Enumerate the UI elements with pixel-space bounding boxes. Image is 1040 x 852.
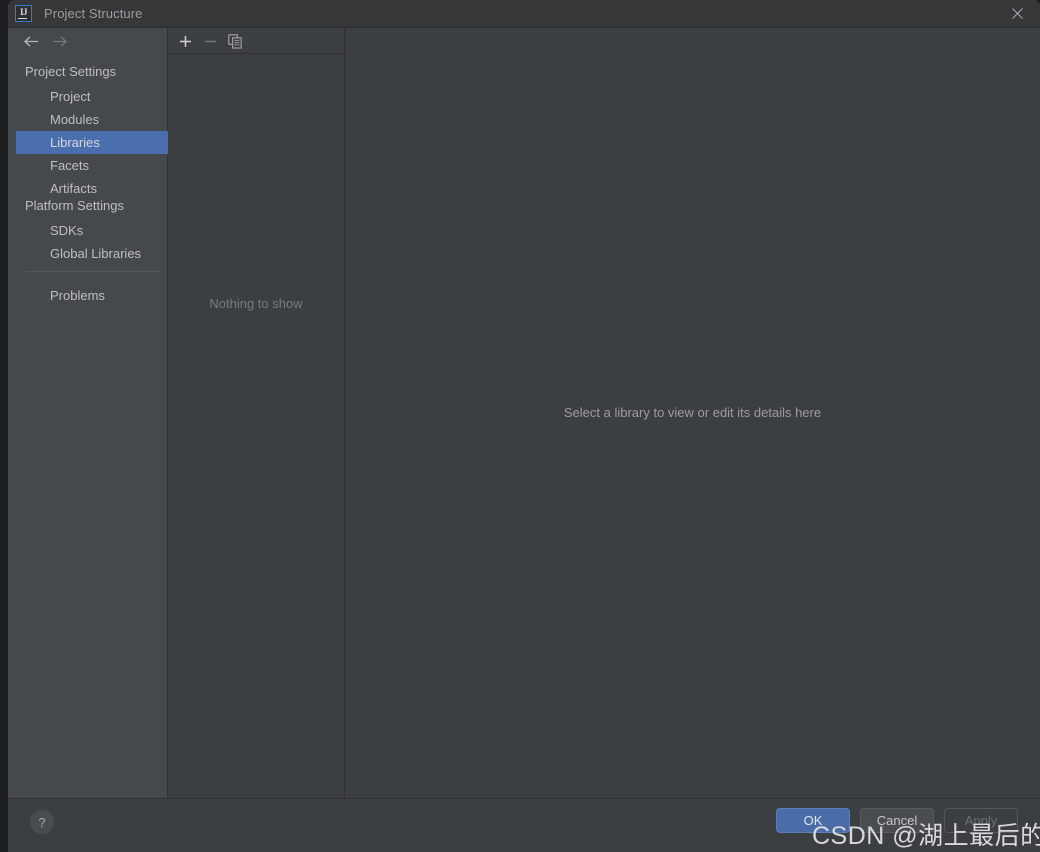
sidebar-item-project[interactable]: Project: [16, 85, 168, 108]
dialog-titlebar: IJ Project Structure: [8, 0, 1040, 28]
apply-button: Apply: [944, 808, 1018, 833]
sidebar-nav-bar: [8, 28, 167, 54]
sidebar-item-artifacts[interactable]: Artifacts: [16, 177, 168, 200]
sidebar-item-modules[interactable]: Modules: [16, 108, 168, 131]
sidebar-item-sdks[interactable]: SDKs: [16, 219, 168, 242]
sidebar-separator: [26, 271, 161, 272]
sidebar-group-platform-settings: Platform Settings: [25, 198, 124, 213]
library-detail-placeholder: Select a library to view or edit its det…: [563, 405, 822, 420]
intellij-idea-logo-icon: IJ: [15, 5, 32, 22]
library-list-toolbar: [168, 28, 344, 54]
library-detail-panel: Select a library to view or edit its det…: [345, 28, 1040, 798]
logo-underline: [18, 17, 27, 19]
settings-sidebar: Project Settings Project Modules Librari…: [8, 28, 168, 798]
minus-icon: [199, 30, 221, 52]
help-button[interactable]: ?: [30, 810, 54, 834]
ok-button[interactable]: OK: [776, 808, 850, 833]
copy-icon[interactable]: [224, 30, 246, 52]
sidebar-group-project-settings: Project Settings: [25, 64, 117, 79]
project-structure-dialog: IJ Project Structure Project Settings Pr…: [8, 0, 1040, 852]
dialog-title: Project Structure: [44, 6, 143, 21]
library-list-empty-message: Nothing to show: [209, 296, 303, 311]
sidebar-item-global-libraries[interactable]: Global Libraries: [16, 242, 168, 265]
plus-icon[interactable]: [174, 30, 196, 52]
close-icon[interactable]: [994, 0, 1040, 27]
arrow-right-icon[interactable]: [48, 32, 70, 50]
arrow-left-icon[interactable]: [20, 32, 42, 50]
library-list-panel: Nothing to show: [168, 28, 345, 798]
logo-text: IJ: [19, 7, 28, 17]
dialog-button-bar: ? OK Cancel Apply: [8, 798, 1040, 852]
sidebar-item-facets[interactable]: Facets: [16, 154, 168, 177]
sidebar-item-problems[interactable]: Problems: [16, 284, 168, 307]
sidebar-item-libraries[interactable]: Libraries: [16, 131, 168, 154]
cancel-button[interactable]: Cancel: [860, 808, 934, 833]
